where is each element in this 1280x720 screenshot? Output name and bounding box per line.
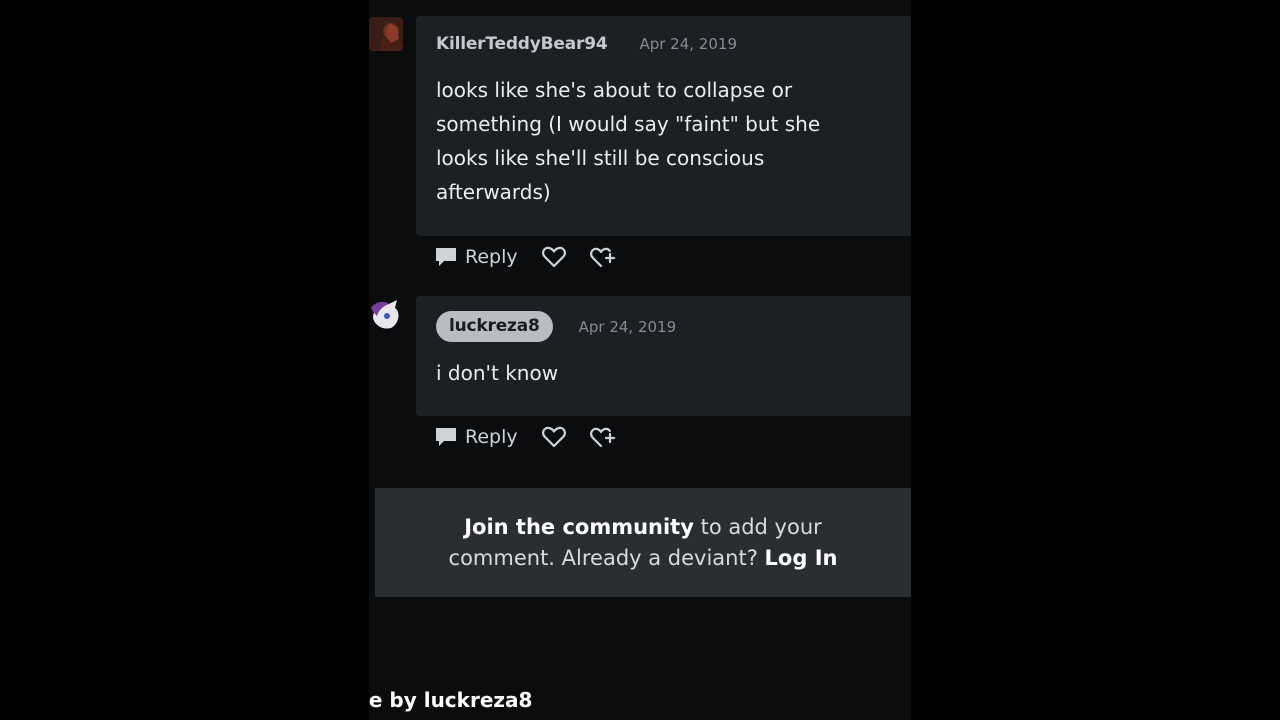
speech-bubble-icon — [435, 247, 457, 267]
heart-icon — [541, 426, 566, 448]
comment-line: i don't know — [436, 361, 559, 385]
avatar[interactable] — [369, 17, 403, 51]
comment-actions: Reply — [435, 422, 640, 452]
video-credit-caption: re by luckreza8 — [369, 688, 533, 712]
comment-card: luckreza8 Apr 24, 2019 i don't know — [416, 296, 911, 416]
comment-line: afterwards) — [436, 180, 551, 204]
speech-bubble-icon — [435, 427, 457, 447]
username-badge[interactable]: luckreza8 — [436, 311, 553, 342]
reply-button[interactable]: Reply — [435, 426, 518, 448]
avatar[interactable] — [369, 298, 403, 332]
heart-plus-icon — [589, 246, 616, 268]
join-community-banner: Join the community to add your comment. … — [375, 488, 911, 597]
comment-body: i don't know — [436, 356, 891, 390]
favourite-button[interactable] — [541, 246, 566, 268]
log-in-link[interactable]: Log In — [765, 546, 838, 570]
heart-icon — [541, 246, 566, 268]
comment-actions: Reply — [435, 242, 640, 272]
give-button[interactable] — [589, 426, 616, 448]
join-community-link[interactable]: Join the community — [464, 515, 694, 539]
comment-line: something (I would say "faint" but she — [436, 112, 821, 136]
comments-panel: KillerTeddyBear94 Apr 24, 2019 looks lik… — [369, 0, 911, 720]
comment-date[interactable]: Apr 24, 2019 — [579, 318, 677, 336]
reply-button[interactable]: Reply — [435, 246, 518, 268]
comment-card: KillerTeddyBear94 Apr 24, 2019 looks lik… — [416, 16, 911, 236]
comment-body: looks like she's about to collapse or so… — [436, 73, 891, 209]
comment-header: KillerTeddyBear94 Apr 24, 2019 — [436, 34, 737, 54]
comment-date[interactable]: Apr 24, 2019 — [639, 35, 737, 53]
join-message: Join the community to add your comment. … — [423, 512, 863, 574]
favourite-button[interactable] — [541, 426, 566, 448]
comment-line: looks like she's about to collapse or — [436, 78, 793, 102]
comment-header: luckreza8 Apr 24, 2019 — [436, 311, 676, 342]
give-button[interactable] — [589, 246, 616, 268]
reply-label: Reply — [465, 426, 518, 448]
reply-label: Reply — [465, 246, 518, 268]
heart-plus-icon — [589, 426, 616, 448]
comment-line: looks like she'll still be conscious — [436, 146, 765, 170]
username[interactable]: KillerTeddyBear94 — [436, 34, 608, 54]
